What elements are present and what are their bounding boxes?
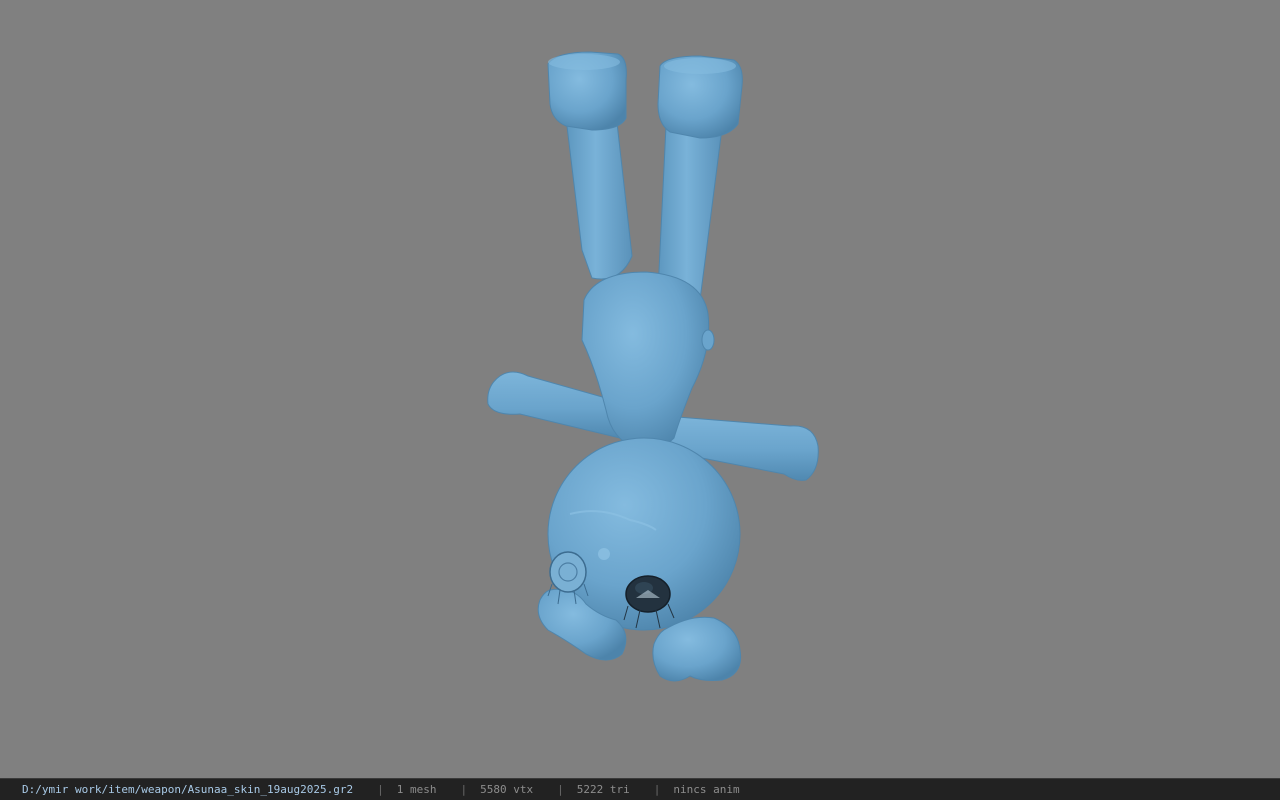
separator: | [460,783,468,796]
separator: | [557,783,564,796]
left-leg [547,51,633,280]
right-leg [657,55,743,302]
animation-status: nincs anim [673,783,740,796]
3d-viewport[interactable] [0,0,1280,778]
triangle-count: 5222 tri [576,783,630,796]
vertex-count: 5580 vtx [480,783,534,796]
separator: | [653,783,661,796]
file-path: D:/ymir work/item/weapon/Asunaa_skin_19a… [22,783,354,796]
mesh-count: 1 mesh [396,783,437,796]
bunny-model-render [487,51,819,682]
separator: | [377,783,384,796]
status-bar: D:/ymir work/item/weapon/Asunaa_skin_19a… [0,778,1280,800]
